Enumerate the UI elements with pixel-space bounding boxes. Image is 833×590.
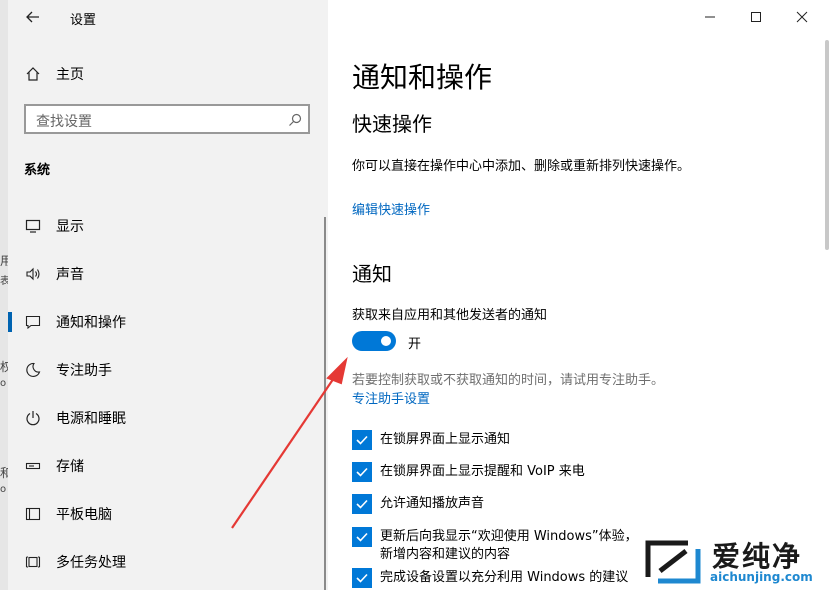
- checkmark-icon: [356, 573, 368, 583]
- sidebar-item-label: 电源和睡眠: [56, 411, 126, 427]
- edit-quick-actions-link[interactable]: 编辑快速操作: [352, 199, 430, 218]
- sidebar-item-focus-assist[interactable]: 专注助手: [8, 350, 328, 390]
- toggle-knob: [381, 336, 391, 346]
- lock-screen-reminders-checkbox[interactable]: [352, 462, 372, 482]
- checkbox-row: 在锁屏界面上显示通知: [352, 430, 510, 450]
- welcome-experience-checkbox[interactable]: [352, 527, 372, 547]
- sidebar-item-label: 存储: [56, 459, 84, 475]
- notifications-toggle[interactable]: [352, 331, 396, 351]
- checkbox-row: 更新后向我显示“欢迎使用 Windows”体验， 新增内容和建议的内容: [352, 527, 638, 564]
- notification-sounds-checkbox[interactable]: [352, 494, 372, 514]
- sidebar-item-label: 显示: [56, 219, 84, 235]
- search-icon: [288, 112, 302, 131]
- checkbox-row: 完成设备设置以充分利用 Windows 的建议: [352, 568, 628, 588]
- sidebar-item-home[interactable]: 主页: [8, 54, 328, 94]
- app-title: 设置: [70, 13, 97, 28]
- background-window: [0, 0, 8, 590]
- background-fragment: o: [0, 484, 7, 495]
- title-bar: 设置: [8, 0, 328, 34]
- storage-icon: [24, 457, 42, 475]
- sidebar: 设置 主页 查找设置 系统 显示 声音 通知和操作 专注助手 电源和睡眠 存储 …: [8, 0, 328, 590]
- main-content: 通知和操作 快速操作 你可以直接在操作中心中添加、删除或重新排列快速操作。 编辑…: [328, 0, 833, 590]
- checkbox-row: 在锁屏界面上显示提醒和 VoIP 来电: [352, 462, 585, 482]
- back-button[interactable]: [22, 6, 44, 28]
- checkbox-label: 在锁屏界面上显示通知: [380, 432, 511, 447]
- sidebar-item-multitasking[interactable]: 多任务处理: [8, 542, 328, 582]
- checkbox-label: 在锁屏界面上显示提醒和 VoIP 来电: [380, 464, 585, 479]
- tablet-icon: [24, 505, 42, 523]
- monitor-icon: [24, 217, 42, 235]
- sidebar-item-label: 声音: [56, 267, 84, 283]
- quick-actions-description: 你可以直接在操作中心中添加、删除或重新排列快速操作。: [352, 159, 691, 174]
- checkbox-label: 更新后向我显示“欢迎使用 Windows”体验， 新增内容和建议的内容: [380, 528, 638, 564]
- brand-logo-icon: [645, 540, 701, 584]
- search-placeholder: 查找设置: [36, 114, 92, 130]
- sidebar-item-label: 主页: [56, 67, 84, 83]
- maximize-button[interactable]: [733, 0, 779, 34]
- checkmark-icon: [356, 467, 368, 477]
- checkbox-label-line2: 新增内容和建议的内容: [380, 547, 511, 562]
- checkbox-label: 允许通知播放声音: [380, 496, 485, 511]
- sidebar-item-label: 专注助手: [56, 363, 112, 379]
- sidebar-item-label: 多任务处理: [56, 555, 126, 571]
- moon-icon: [24, 361, 42, 379]
- power-icon: [24, 409, 42, 427]
- back-arrow-icon: [26, 11, 39, 23]
- sidebar-item-label: 通知和操作: [56, 315, 126, 331]
- section-title: 系统: [24, 163, 51, 178]
- main-scrollbar[interactable]: [825, 40, 829, 250]
- notification-icon: [24, 313, 42, 331]
- watermark-brand: 爱纯净: [712, 540, 803, 573]
- minimize-icon: [705, 16, 715, 18]
- checkmark-icon: [356, 532, 368, 542]
- close-icon: [796, 11, 808, 23]
- speaker-icon: [24, 265, 42, 283]
- sidebar-item-storage[interactable]: 存储: [8, 446, 328, 486]
- settings-window: 设置 主页 查找设置 系统 显示 声音 通知和操作 专注助手 电源和睡眠 存储 …: [8, 0, 833, 590]
- watermark-logo: 爱纯净 aichunjing.com: [640, 533, 833, 590]
- sidebar-item-sound[interactable]: 声音: [8, 254, 328, 294]
- minimize-button[interactable]: [687, 0, 733, 34]
- close-button[interactable]: [779, 0, 825, 34]
- home-icon: [24, 65, 42, 83]
- toggle-state-label: 开: [408, 337, 422, 352]
- sidebar-item-label: 平板电脑: [56, 507, 112, 523]
- sidebar-item-display[interactable]: 显示: [8, 206, 328, 246]
- notifications-toggle-label: 获取来自应用和其他发送者的通知: [352, 308, 548, 323]
- sidebar-item-tablet[interactable]: 平板电脑: [8, 494, 328, 534]
- checkmark-icon: [356, 435, 368, 445]
- page-title: 通知和操作: [352, 61, 493, 94]
- focus-assist-hint: 若要控制获取或不获取通知的时间，请试用专注助手。: [352, 373, 665, 388]
- watermark-url: aichunjing.com: [710, 570, 813, 584]
- multitask-icon: [24, 553, 42, 571]
- maximize-icon: [751, 12, 761, 22]
- device-setup-checkbox[interactable]: [352, 568, 372, 588]
- sidebar-scrollbar[interactable]: [324, 217, 326, 590]
- checkbox-row: 允许通知播放声音: [352, 494, 484, 514]
- focus-assist-settings-link[interactable]: 专注助手设置: [352, 388, 430, 407]
- checkbox-label-line1: 更新后向我显示“欢迎使用 Windows”体验，: [380, 529, 638, 544]
- background-fragment: o: [0, 378, 7, 389]
- notifications-heading: 通知: [352, 262, 392, 286]
- search-input[interactable]: 查找设置: [24, 104, 310, 134]
- checkmark-icon: [356, 499, 368, 509]
- lock-screen-notifications-checkbox[interactable]: [352, 430, 372, 450]
- sidebar-item-notifications[interactable]: 通知和操作: [8, 302, 328, 342]
- checkbox-label: 完成设备设置以充分利用 Windows 的建议: [380, 570, 629, 585]
- sidebar-item-power[interactable]: 电源和睡眠: [8, 398, 328, 438]
- quick-actions-heading: 快速操作: [352, 112, 432, 136]
